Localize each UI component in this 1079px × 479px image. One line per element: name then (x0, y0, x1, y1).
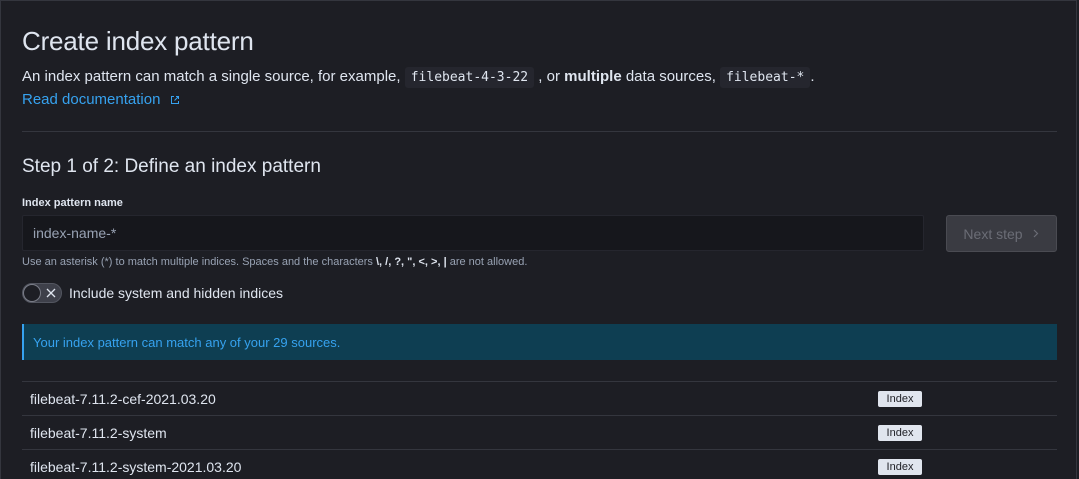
chevron-right-icon (1033, 229, 1038, 238)
table-row: filebeat-7.11.2-cef-2021.03.20 Index (22, 382, 1057, 416)
index-type-badge: Index (878, 459, 922, 475)
index-pattern-help-text: Use an asterisk (*) to match multiple in… (22, 256, 527, 268)
callout-text: Your index pattern can match any of your… (33, 334, 341, 350)
index-name: filebeat-7.11.2-cef-2021.03.20 (30, 391, 216, 407)
header-divider (22, 131, 1057, 132)
external-link-icon (170, 96, 179, 104)
create-index-pattern-page: Create index pattern An index pattern ca… (0, 0, 1077, 479)
index-type-badge: Index (878, 425, 922, 441)
matching-indices-table: filebeat-7.11.2-cef-2021.03.20 Index fil… (22, 381, 1057, 479)
cross-icon (46, 288, 56, 298)
help-text-suffix: are not allowed. (449, 256, 528, 268)
description-text-1: An index pattern can match a single sour… (22, 68, 401, 85)
example-single-source: filebeat-4-3-22 (404, 67, 535, 88)
description-text-3: data sources, (625, 68, 716, 85)
table-row: filebeat-7.11.2-system-2021.03.20 Index (22, 450, 1057, 479)
page-description: An index pattern can match a single sour… (22, 66, 815, 89)
table-row: filebeat-7.11.2-system Index (22, 416, 1057, 450)
step-title: Step 1 of 2: Define an index pattern (22, 156, 321, 177)
read-documentation-link[interactable]: Read documentation (22, 91, 180, 108)
description-text-2: , or (538, 68, 560, 85)
match-sources-callout: Your index pattern can match any of your… (22, 324, 1057, 360)
next-step-button[interactable]: Next step (946, 215, 1057, 252)
include-hidden-toggle-row: Include system and hidden indices (22, 283, 283, 303)
help-text-disallowed-chars: \, /, ?, ", <, >, | (376, 256, 447, 268)
read-documentation-label: Read documentation (22, 91, 161, 108)
include-hidden-label: Include system and hidden indices (69, 285, 284, 301)
index-name: filebeat-7.11.2-system (30, 425, 167, 441)
description-text-4: . (810, 68, 815, 85)
index-name: filebeat-7.11.2-system-2021.03.20 (30, 459, 242, 475)
index-pattern-name-label: Index pattern name (22, 197, 123, 209)
index-pattern-name-input[interactable] (22, 215, 924, 251)
help-text-prefix: Use an asterisk (*) to match multiple in… (22, 256, 373, 268)
example-multi-source: filebeat-* (720, 67, 811, 88)
index-type-badge: Index (878, 391, 922, 407)
include-hidden-switch[interactable] (22, 283, 62, 303)
next-step-label: Next step (963, 225, 1023, 242)
description-bold: multiple (564, 68, 622, 85)
switch-knob (23, 284, 41, 302)
page-title: Create index pattern (22, 26, 254, 56)
